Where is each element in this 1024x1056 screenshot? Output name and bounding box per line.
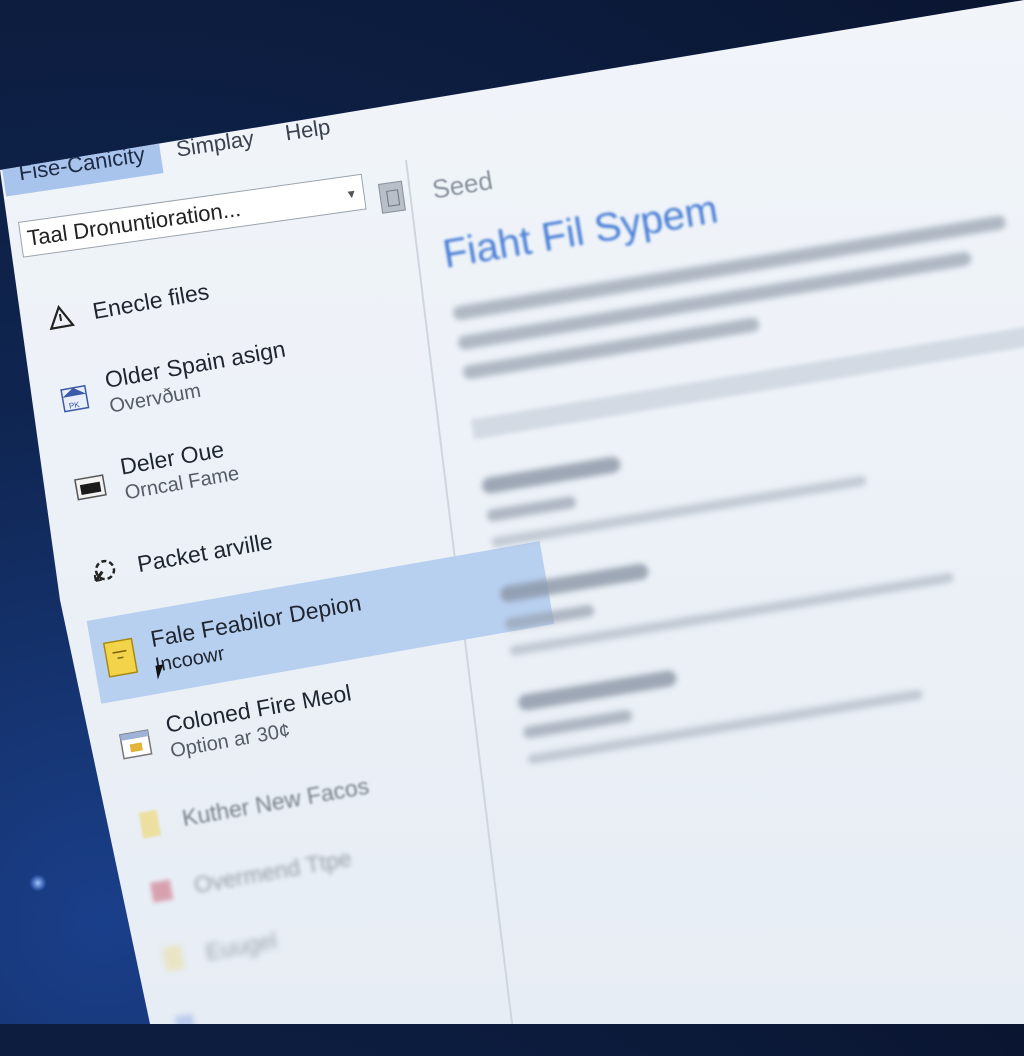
list-item-title: Kuther New Facos [179,772,371,831]
menu-file-capacity[interactable]: Fise-Canicity [0,131,164,197]
content-pane: Seed Fiaht Fil Sypem [430,73,1024,781]
blurred-heading [480,455,622,495]
blurred-text-line [486,495,577,523]
menu-help[interactable]: Help [266,104,349,157]
list-item-title: Euugel [203,926,279,965]
list-item-title: Packet arville [135,527,275,577]
image-file-icon: PK [55,379,94,418]
view-toggle-button[interactable] [378,180,406,214]
list-item-title: Enecle files [90,277,211,324]
blurred-text-line [504,603,596,631]
menu-simplay[interactable]: Simplay [157,115,272,173]
list-item-title: Overmend Ttpe [191,844,354,898]
location-dropdown-value: Taal Dronuntioration... [25,196,243,251]
svg-text:PK: PK [68,400,81,411]
blurred-text-line [522,709,633,740]
yellow-document-icon [101,637,140,678]
blurred-text-line [462,316,761,381]
folder-dark-icon [70,466,109,505]
chevron-down-icon[interactable]: ▾ [338,183,364,203]
blurred-heading [517,669,678,712]
monitor-power-led [30,875,46,891]
app-window: Fise-Canicity Simplay Help Taal Dronunti… [0,0,1024,1024]
gear-arrow-icon [85,550,124,589]
calendar-icon [116,724,155,763]
yellow-note-icon [130,804,169,843]
red-box-icon [142,871,181,910]
blue-file-icon [166,1005,205,1024]
section-divider-bar [470,320,1024,440]
blurred-heading [498,562,650,604]
yellow-file-icon [154,938,193,977]
warning-triangle-icon [41,297,80,336]
